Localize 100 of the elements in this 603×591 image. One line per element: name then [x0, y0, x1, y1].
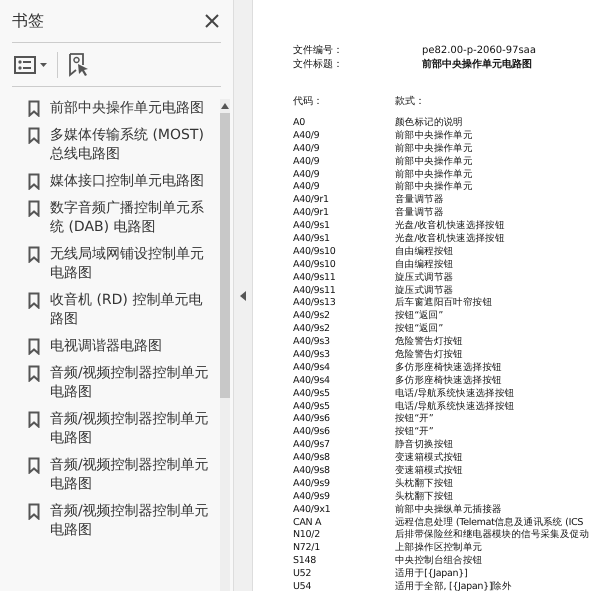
description-cell-text: 电话/导航系统快速选择按钮 [395, 400, 516, 413]
code-cell-text: A40/9s11 [293, 272, 336, 283]
description-cell-text: 静音切换按钮 [395, 438, 454, 452]
description-cell-text: 按钮“返回” [395, 309, 444, 322]
code-cell-text: A40/9s8 [293, 452, 331, 464]
description-cell-text: 音量调节器 [395, 206, 445, 220]
collapse-handle[interactable] [234, 0, 253, 591]
bookmark-icon [28, 100, 40, 117]
code-cell-text: A40/9s13 [293, 297, 336, 308]
code-cell-text: A40/9s8 [293, 464, 331, 476]
column-header: 代码： [293, 95, 324, 108]
description-cell-text: 旋压式调节器 [395, 284, 454, 297]
scrollbar[interactable] [220, 99, 230, 591]
description-cell-text: 自由编程按钮 [395, 244, 454, 258]
description-cell-text: 按钮“开” [395, 412, 434, 426]
description-cell-text: 前部中央操作单元 [395, 154, 474, 168]
description-cell-text: 变速箱模式按钮 [395, 451, 464, 464]
description-cell-text: 颜色标记的说明 [395, 116, 464, 129]
bookmark-item[interactable]: 数字音频广播控制单元系统 (DAB) 电路图 [50, 199, 216, 237]
options-menu-button[interactable] [12, 54, 49, 76]
bookmark-icon [28, 292, 40, 309]
code-cell-text: A40/9s1 [293, 232, 331, 244]
code-cell-text: U52 [293, 568, 312, 580]
code-cell-text: A40/9s5 [293, 388, 331, 399]
description-cell-text: 后车窗遮阳百叶帘按钮 [395, 296, 494, 310]
description-cell-text: 变速箱模式按钮 [395, 464, 464, 477]
code-cell-text: N72/1 [293, 542, 321, 554]
code-cell-text: A40/9 [293, 130, 320, 141]
code-cell-text: U54 [293, 581, 312, 591]
code-cell-text: A40/9s2 [293, 310, 331, 322]
code-cell-text: S148 [293, 555, 317, 566]
description-cell-text: 适用于[{Japan}] [395, 567, 468, 580]
code-cell-text: A40/9s1 [293, 220, 331, 232]
description-cell-text: 电话/导航系统快速选择按钮 [395, 386, 516, 400]
code-cell-text: A40/9s6 [293, 426, 331, 438]
description-cell-text: 多仿形座椅快速选择按钮 [395, 360, 503, 374]
code-cell-text: A40/9 [293, 142, 320, 154]
bookmark-item[interactable]: 收音机 (RD) 控制单元电路图 [50, 291, 216, 329]
code-cell-text: A40/9s6 [293, 413, 331, 424]
field-label: 文件编号： [293, 44, 344, 57]
code-cell-text: N10/2 [293, 529, 321, 540]
description-cell-text: 危险警告灯按钮 [395, 335, 464, 348]
bookmark-item[interactable]: 无线局域网铺设控制单元电路图 [50, 245, 216, 283]
description-cell-text: 前部中央操作单元 [395, 142, 474, 155]
description-cell-text: 按钮“返回” [395, 322, 444, 336]
description-cell-text: 按钮“开” [395, 425, 434, 438]
description-cell-text: 多仿形座椅快速选择按钮 [395, 374, 503, 387]
close-button[interactable] [203, 12, 221, 30]
bookmark-icon [28, 457, 40, 474]
bookmark-icon [28, 503, 40, 520]
description-cell-text: 中央控制台组合按钮 [395, 554, 484, 568]
description-cell-text: 前部中央操纵单元插接器 [395, 502, 503, 516]
description-cell-text: 前部中央操作单元 [395, 168, 474, 181]
code-cell-text: A40/9s5 [293, 400, 331, 412]
code-cell-text: A40/9s2 [293, 323, 331, 334]
description-cell-text: 自由编程按钮 [395, 258, 454, 271]
description-cell-text: 头枕翻下按钮 [395, 490, 454, 503]
description-cell-text: 后排带保险丝和继电器模块的信号采集及促动 [395, 528, 590, 542]
code-cell-text: A40/9 [293, 181, 320, 192]
bookmark-icon [28, 365, 40, 382]
bookmark-item[interactable]: 音频/视频控制器控制单元电路图 [50, 502, 216, 540]
bookmark-item[interactable]: 音频/视频控制器控制单元电路图 [50, 456, 216, 494]
code-cell-text: CAN A [293, 516, 322, 528]
bookmark-item[interactable]: 音频/视频控制器控制单元电路图 [50, 364, 216, 402]
bookmark-icon [28, 127, 40, 144]
bookmark-item[interactable]: 多媒体传输系统 (MOST) 总线电路图 [50, 126, 216, 164]
description-cell-text: 远程信息处理 (Telemat信息及通讯系统 (ICS [395, 516, 584, 529]
code-cell-text: A40/9s11 [293, 284, 336, 296]
bookmark-item[interactable]: 电视调谐器电路图 [50, 337, 216, 356]
bookmark-item[interactable]: 前部中央操作单元电路图 [50, 99, 216, 118]
bookmark-icon [28, 411, 40, 428]
code-cell-text: A40/9s7 [293, 439, 331, 450]
field-label: 文件标题： [293, 58, 344, 71]
description-cell-text: 旋压式调节器 [395, 270, 454, 284]
code-cell-text: A40/9 [293, 168, 320, 180]
scroll-up-icon[interactable] [221, 103, 229, 109]
code-cell-text: A40/9r1 [293, 194, 330, 206]
code-cell-text: A0 [293, 116, 306, 128]
description-cell-text: 上部操作区控制单元 [395, 541, 484, 554]
code-cell-text: A40/9r1 [293, 207, 330, 218]
code-cell-text: A40/9s10 [293, 246, 336, 257]
bookmark-item[interactable]: 音频/视频控制器控制单元电路图 [50, 410, 216, 448]
code-cell-text: A40/9s9 [293, 478, 331, 489]
column-header: 款式： [395, 94, 426, 108]
code-cell-text: A40/9s4 [293, 362, 331, 373]
bookmark-item[interactable]: 媒体接口控制单元电路图 [50, 172, 216, 191]
description-cell-text: 危险警告灯按钮 [395, 348, 464, 361]
code-cell-text: A40/9 [293, 156, 320, 167]
bookmark-icon [28, 338, 40, 355]
code-cell-text: A40/9x1 [293, 504, 332, 515]
code-cell-text: A40/9s3 [293, 348, 331, 360]
caret-icon [40, 62, 47, 66]
bookmark-icon [28, 173, 40, 190]
description-cell-text: 光盘/收音机快速选择按钮 [395, 232, 506, 245]
description-cell-text: 音量调节器 [395, 193, 445, 206]
description-cell-text: 前部中央操作单元 [395, 128, 474, 142]
description-cell-text: 适用于全部, [{Japan}]除外 [395, 580, 513, 591]
code-cell-text: A40/9s9 [293, 490, 331, 502]
description-cell-text: 光盘/收音机快速选择按钮 [395, 219, 506, 232]
code-cell-text: A40/9s3 [293, 336, 331, 348]
